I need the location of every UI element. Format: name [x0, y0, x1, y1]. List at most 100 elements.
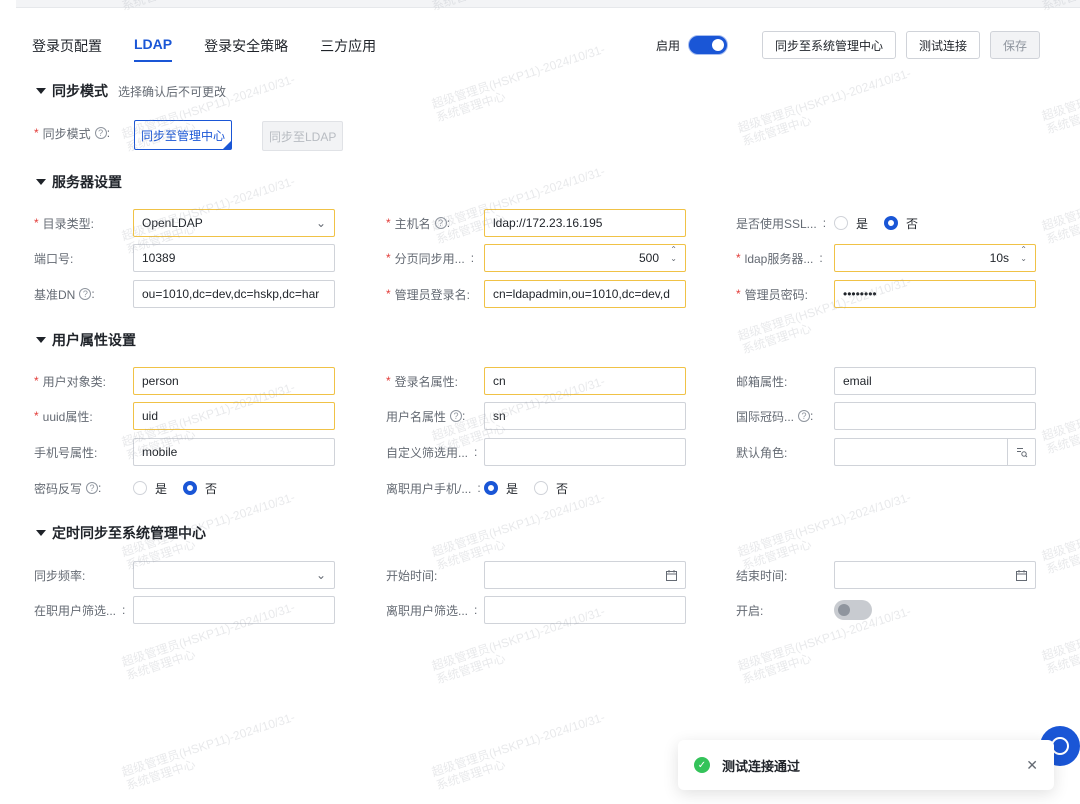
pwd-writeback-yes-radio[interactable] [133, 481, 147, 495]
ssl-label: 是否使用SSL...: [736, 216, 827, 231]
admin-login-label: * 管理员登录名: [386, 287, 471, 302]
active-filter-input[interactable] [133, 596, 335, 624]
sync-mode-center-option[interactable]: 同步至管理中心 [134, 120, 233, 150]
collapse-icon [36, 88, 46, 94]
question-icon[interactable]: ? [79, 288, 92, 300]
watermark: 超级管理员(HSKP11)-2024/10/31- 系统管理中心 [1040, 374, 1080, 457]
port-label: 端口号: [34, 251, 74, 266]
leave-phone-yes-radio[interactable] [484, 481, 498, 495]
default-role-input[interactable] [834, 438, 1036, 466]
section-schedule[interactable]: 定时同步至系统管理中心 [36, 523, 206, 543]
collapse-icon [36, 337, 46, 343]
leave-phone-radio-group: 是 否 [484, 475, 584, 501]
watermark: 超级管理员(HSKP11)-2024/10/31- 系统管理中心 [430, 710, 607, 793]
port-input[interactable]: 10389 [133, 244, 335, 272]
collapse-icon [36, 179, 46, 185]
active-filter-label: 在职用户筛选...: [34, 603, 126, 618]
start-time-label: 开始时间: [386, 568, 438, 583]
left-filter-input[interactable] [484, 596, 686, 624]
end-time-label: 结束时间: [736, 568, 788, 583]
watermark: 超级管理员(HSKP11)-2024/10/31- 系统管理中心 [1040, 164, 1080, 247]
leave-phone-no-radio[interactable] [534, 481, 549, 495]
email-attr-input[interactable]: email [834, 367, 1036, 395]
tab-third-party[interactable]: 三方应用 [320, 36, 376, 62]
pwd-writeback-label: 密码反写?: [34, 481, 102, 496]
save-button[interactable]: 保存 [989, 31, 1040, 59]
leave-phone-label: 离职用户手机/...: [386, 481, 481, 496]
host-input[interactable]: ldap://172.23.16.195 [484, 209, 686, 237]
email-attr-label: 邮箱属性: [736, 374, 788, 389]
admin-pwd-label: * 管理员密码: [736, 287, 809, 302]
ssl-radio-group: 是 否 [834, 210, 934, 236]
test-connection-button[interactable]: 测试连接 [905, 31, 980, 59]
ssl-no-radio[interactable] [884, 216, 899, 230]
dir-type-select[interactable]: OpenLDAP ⌄ [133, 209, 335, 237]
toolbar: 启用 同步至系统管理中心 测试连接 保存 [656, 31, 1040, 59]
start-time-picker[interactable] [484, 561, 686, 589]
section-server[interactable]: 服务器设置 [36, 172, 122, 192]
sync-mode-ldap-option[interactable]: 同步至LDAP [262, 121, 344, 151]
tab-login-page[interactable]: 登录页配置 [32, 36, 102, 62]
ssl-yes-radio[interactable] [834, 216, 848, 230]
page-sync-label: * 分页同步用...: [386, 251, 475, 266]
phone-attr-input[interactable]: mobile [133, 438, 335, 466]
toggle-knob [838, 604, 850, 616]
object-class-input[interactable]: person [133, 367, 335, 395]
watermark: 超级管理员(HSKP11)-2024/10/31- 系统管理中心 [736, 66, 913, 149]
toggle-knob [711, 39, 724, 51]
page-sync-stepper[interactable]: 500 ⌃ ⌄ [484, 244, 686, 272]
section-title: 定时同步至系统管理中心 [52, 525, 206, 541]
stepper-arrows-icon[interactable]: ⌃ ⌄ [1020, 245, 1027, 271]
question-icon[interactable]: ? [798, 410, 811, 422]
schedule-enable-label: 开启: [736, 603, 764, 618]
section-title: 用户属性设置 [52, 332, 136, 348]
country-code-input[interactable] [834, 402, 1036, 430]
custom-filter-input[interactable] [484, 438, 686, 466]
section-hint: 选择确认后不可更改 [118, 84, 227, 99]
chevron-down-icon: ⌄ [315, 216, 326, 230]
top-scroll-strip [16, 0, 1080, 8]
pwd-writeback-no-radio[interactable] [183, 481, 198, 495]
host-label: * 主机名?: [386, 216, 451, 231]
watermark: 超级管理员(HSKP11)-2024/10/31- 系统管理中心 [1040, 54, 1080, 137]
country-code-label: 国际冠码...?: [736, 409, 814, 424]
login-attr-input[interactable]: cn [484, 367, 686, 395]
section-user-attr[interactable]: 用户属性设置 [36, 330, 136, 350]
login-attr-label: * 登录名属性: [386, 374, 459, 389]
custom-filter-label: 自定义筛选用...: [386, 445, 478, 460]
section-sync-mode[interactable]: 同步模式 选择确认后不可更改 [36, 81, 226, 101]
schedule-enable-toggle[interactable] [834, 600, 872, 620]
question-icon[interactable]: ? [94, 127, 107, 139]
question-icon[interactable]: ? [434, 217, 447, 229]
sync-to-center-button[interactable]: 同步至系统管理中心 [761, 31, 896, 59]
username-attr-input[interactable]: sn [484, 402, 686, 430]
uuid-attr-input[interactable]: uid [133, 402, 335, 430]
watermark: 超级管理员(HSKP11)-2024/10/31- 系统管理中心 [1040, 494, 1080, 577]
uuid-attr-label: * uuid属性: [34, 409, 93, 424]
dir-type-label: * 目录类型: [34, 216, 95, 231]
admin-login-input[interactable]: cn=ldapadmin,ou=1010,dc=dev,d [484, 280, 686, 308]
base-dn-input[interactable]: ou=1010,dc=dev,dc=hskp,dc=har [133, 280, 335, 308]
tab-ldap[interactable]: LDAP [134, 36, 173, 62]
calendar-icon[interactable] [1016, 562, 1027, 588]
watermark: 超级管理员(HSKP11)-2024/10/31- 系统管理中心 [430, 42, 607, 125]
sync-mode-label: * 同步模式?: [34, 126, 111, 141]
tab-login-security[interactable]: 登录安全策略 [204, 36, 288, 62]
question-icon[interactable]: ? [86, 482, 99, 494]
end-time-picker[interactable] [834, 561, 1036, 589]
stepper-arrows-icon[interactable]: ⌃ ⌄ [670, 245, 677, 271]
section-title: 服务器设置 [52, 174, 122, 190]
pwd-writeback-radio-group: 是 否 [133, 475, 233, 501]
enable-toggle[interactable] [687, 35, 728, 55]
close-icon[interactable]: ✕ [1026, 757, 1038, 774]
default-role-label: 默认角色: [736, 445, 788, 460]
frequency-select[interactable]: ⌄ [133, 561, 335, 589]
ldap-timeout-stepper[interactable]: 10s ⌃ ⌄ [834, 244, 1036, 272]
calendar-icon[interactable] [666, 562, 677, 588]
ldap-timeout-label: * ldap服务器...: [736, 251, 823, 266]
admin-pwd-input[interactable]: •••••••• [834, 280, 1036, 308]
selected-corner-icon [223, 141, 232, 149]
enable-label: 启用 [655, 38, 680, 53]
search-list-icon[interactable] [1007, 439, 1035, 465]
question-icon[interactable]: ? [450, 410, 463, 422]
